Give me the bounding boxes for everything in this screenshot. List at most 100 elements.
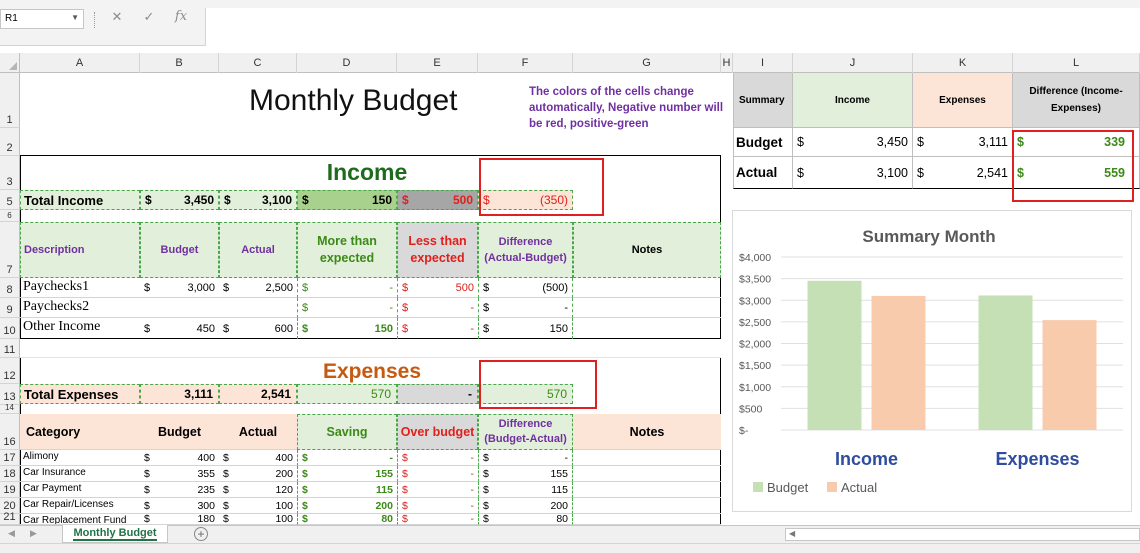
income-row-more[interactable]: $ - <box>297 278 397 298</box>
expense-row-notes[interactable] <box>573 482 721 498</box>
row-header-6[interactable]: 6 <box>0 210 20 222</box>
expenses-header-budget[interactable]: Budget <box>140 414 219 450</box>
expense-row-notes[interactable] <box>573 450 721 466</box>
row-header-2[interactable]: 2 <box>0 128 20 156</box>
total-expenses-over[interactable]: - <box>397 384 478 404</box>
expense-row-category[interactable]: Alimony <box>20 450 140 466</box>
total-expenses-budget[interactable]: 3,111 <box>140 384 219 404</box>
expense-row-over[interactable]: $ - <box>397 514 478 525</box>
row-header-14[interactable]: 14 <box>0 403 20 414</box>
row-header-13[interactable]: 13 <box>0 384 20 405</box>
income-row-desc[interactable]: Other Income <box>20 318 140 339</box>
total-income-less[interactable]: $500 <box>397 190 478 210</box>
income-row-diff[interactable]: $ - <box>478 298 573 318</box>
expense-row-saving[interactable]: $200 <box>297 498 397 514</box>
total-income-more[interactable]: $150 <box>297 190 397 210</box>
enter-icon[interactable]: ✓ <box>142 9 156 29</box>
row-header-16[interactable]: 16 <box>0 414 20 450</box>
income-row-budget[interactable]: $3,000 <box>140 278 219 298</box>
expense-row-budget[interactable]: $355 <box>140 466 219 482</box>
expense-row-actual[interactable]: $100 <box>219 498 297 514</box>
income-row-less[interactable]: $500 <box>397 278 478 298</box>
expense-row-diff[interactable]: $115 <box>478 482 573 498</box>
income-header-notes[interactable]: Notes <box>573 222 721 278</box>
income-row-notes[interactable] <box>573 278 721 298</box>
expense-row-notes[interactable] <box>573 498 721 514</box>
column-header-l[interactable]: L <box>1013 53 1140 73</box>
expense-row-budget[interactable]: $235 <box>140 482 219 498</box>
income-header-description[interactable]: Description <box>20 222 140 278</box>
income-row-more[interactable]: $ - <box>297 298 397 318</box>
row-header-12[interactable]: 12 <box>0 358 20 384</box>
expenses-header-category[interactable]: Category <box>20 414 140 450</box>
expense-row-category[interactable]: Car Repair/Licenses <box>20 498 140 514</box>
total-expenses-saving[interactable]: 570 <box>297 384 397 404</box>
income-row-budget[interactable]: $450 <box>140 318 219 339</box>
column-header-f[interactable]: F <box>478 53 573 73</box>
income-header-less[interactable]: Less than expected <box>397 222 478 278</box>
summary-row-expenses[interactable]: $2,541 <box>913 157 1013 189</box>
row-header-11[interactable]: 11 <box>0 339 20 358</box>
expense-row-budget[interactable]: $180 <box>140 514 219 525</box>
expense-row-actual[interactable]: $120 <box>219 482 297 498</box>
horizontal-scrollbar[interactable]: ◀ <box>785 528 1140 541</box>
cancel-icon[interactable]: ✕ <box>110 9 124 29</box>
add-sheet-icon[interactable]: + <box>194 527 208 541</box>
expense-row-over[interactable]: $ - <box>397 466 478 482</box>
income-row-less[interactable]: $ - <box>397 318 478 339</box>
empty-row[interactable] <box>20 339 721 358</box>
row-header-18[interactable]: 18 <box>0 466 20 482</box>
column-header-i[interactable]: I <box>733 53 793 73</box>
income-row-less[interactable]: $ - <box>397 298 478 318</box>
column-header-k[interactable]: K <box>913 53 1013 73</box>
summary-row-label[interactable]: Budget <box>733 128 793 157</box>
row-header-17[interactable]: 17 <box>0 450 20 466</box>
income-row-actual[interactable]: $600 <box>219 318 297 339</box>
total-income-actual[interactable]: $3,100 <box>219 190 297 210</box>
expense-row-saving[interactable]: $115 <box>297 482 397 498</box>
name-box[interactable]: R1 ▼ <box>0 9 84 29</box>
total-income-label[interactable]: Total Income <box>20 190 140 210</box>
column-header-e[interactable]: E <box>397 53 478 73</box>
income-row-diff[interactable]: $ (500) <box>478 278 573 298</box>
expense-row-over[interactable]: $ - <box>397 482 478 498</box>
income-row-actual[interactable] <box>219 298 297 318</box>
select-all-corner[interactable] <box>0 53 20 73</box>
row-header-9[interactable]: 9 <box>0 298 20 318</box>
income-header-budget[interactable]: Budget <box>140 222 219 278</box>
income-row-budget[interactable] <box>140 298 219 318</box>
row-header-19[interactable]: 19 <box>0 482 20 498</box>
total-expenses-actual[interactable]: 2,541 <box>219 384 297 404</box>
income-row-desc[interactable]: Paychecks2 <box>20 298 140 318</box>
income-row-notes[interactable] <box>573 298 721 318</box>
expense-row-saving[interactable]: $80 <box>297 514 397 525</box>
expense-row-saving[interactable]: $155 <box>297 466 397 482</box>
column-header-h[interactable]: H <box>721 53 733 73</box>
expense-row-budget[interactable]: $400 <box>140 450 219 466</box>
sheet-tab-monthly-budget[interactable]: Monthly Budget <box>62 525 168 543</box>
summary-header-income[interactable]: Income <box>793 73 913 128</box>
income-row-actual[interactable]: $2,500 <box>219 278 297 298</box>
income-row-diff[interactable]: $150 <box>478 318 573 339</box>
income-header-diff[interactable]: Difference (Actual-Budget) <box>478 222 573 278</box>
expense-row-over[interactable]: $ - <box>397 450 478 466</box>
expense-row-diff[interactable]: $155 <box>478 466 573 482</box>
expense-row-over[interactable]: $ - <box>397 498 478 514</box>
expenses-header-over[interactable]: Over budget <box>397 414 478 450</box>
expense-row-actual[interactable]: $200 <box>219 466 297 482</box>
scroll-right-icon[interactable]: ▶ <box>30 528 37 539</box>
expenses-header-notes[interactable]: Notes <box>573 414 721 450</box>
expense-row-budget[interactable]: $300 <box>140 498 219 514</box>
total-income-budget[interactable]: $3,450 <box>140 190 219 210</box>
expense-row-category[interactable]: Car Insurance <box>20 466 140 482</box>
expenses-header-actual[interactable]: Actual <box>219 414 297 450</box>
summary-row-income[interactable]: $3,450 <box>793 128 913 157</box>
summary-row-expenses[interactable]: $3,111 <box>913 128 1013 157</box>
expense-row-diff[interactable]: $200 <box>478 498 573 514</box>
summary-header-expenses[interactable]: Expenses <box>913 73 1013 128</box>
income-row-desc[interactable]: Paychecks1 <box>20 278 140 298</box>
row-header-21[interactable]: 21 <box>0 511 20 525</box>
expense-row-notes[interactable] <box>573 514 721 525</box>
income-header-actual[interactable]: Actual <box>219 222 297 278</box>
formula-input[interactable] <box>205 8 1140 46</box>
